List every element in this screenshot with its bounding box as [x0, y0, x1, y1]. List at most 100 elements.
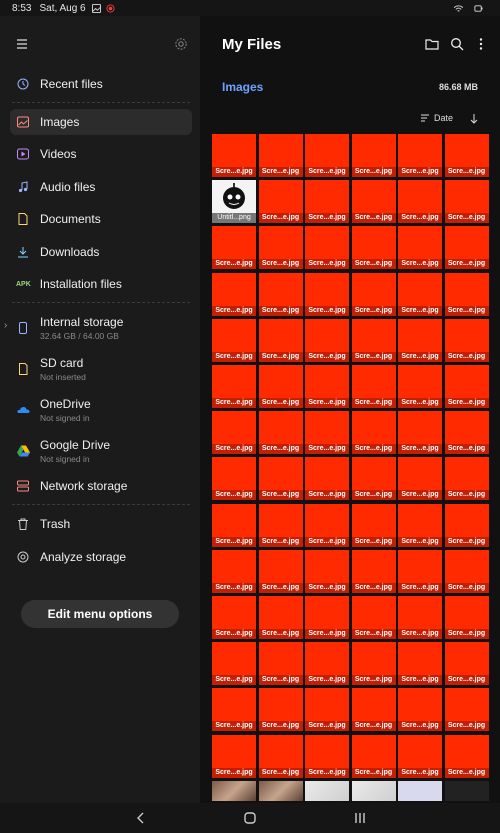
nav-network-storage[interactable]: Network storage [10, 473, 192, 499]
image-thumbnail[interactable] [258, 780, 303, 801]
nav-sd-card[interactable]: SD card Not inserted [10, 352, 192, 386]
image-thumbnail-jpg[interactable]: Scre...e.jpg [398, 365, 442, 408]
image-thumbnail-jpg[interactable]: Scre...e.jpg [444, 180, 489, 224]
nav-installation-files[interactable]: APK Installation files [10, 271, 192, 297]
image-thumbnail-jpg[interactable]: Scre...e.jpg [398, 688, 442, 732]
image-thumbnail-jpg[interactable]: Scre...e.jpg [212, 134, 256, 177]
image-thumbnail-jpg[interactable]: Scre...e.jpg [305, 596, 349, 639]
image-thumbnail-jpg[interactable]: Scre...e.jpg [212, 226, 256, 270]
image-thumbnail-jpg[interactable]: Scre...e.jpg [212, 596, 256, 639]
image-thumbnail-jpg[interactable]: Scre...e.jpg [444, 688, 489, 732]
image-thumbnail-jpg[interactable]: Scre...e.jpg [258, 596, 303, 639]
image-thumbnail-jpg[interactable]: Scre...e.jpg [351, 365, 396, 408]
search-icon[interactable] [450, 37, 464, 51]
image-thumbnail-jpg[interactable]: Scre...e.jpg [444, 503, 489, 547]
folder-icon[interactable] [425, 37, 439, 51]
nav-onedrive[interactable]: OneDrive Not signed in [10, 393, 192, 427]
nav-google-drive[interactable]: Google Drive Not signed in [10, 434, 192, 468]
image-thumbnail-jpg[interactable]: Scre...e.jpg [258, 688, 303, 732]
image-thumbnail-jpg[interactable]: Scre...e.jpg [351, 734, 396, 778]
image-thumbnail-jpg[interactable]: Scre...e.jpg [398, 549, 442, 593]
image-thumbnail-jpg[interactable]: Scre...e.jpg [444, 596, 489, 639]
image-thumbnail-jpg[interactable]: Scre...e.jpg [305, 134, 349, 177]
image-thumbnail-jpg[interactable]: Scre...e.jpg [258, 457, 303, 501]
image-thumbnail-jpg[interactable]: Scre...e.jpg [351, 688, 396, 732]
image-thumbnail-jpg[interactable]: Scre...e.jpg [398, 226, 442, 270]
nav-audio-files[interactable]: Audio files [10, 174, 192, 200]
edit-menu-options-button[interactable]: Edit menu options [21, 600, 179, 628]
image-thumbnail-jpg[interactable]: Scre...e.jpg [258, 734, 303, 778]
image-thumbnail-jpg[interactable]: Scre...e.jpg [444, 365, 489, 408]
nav-analyze-storage[interactable]: Analyze storage [10, 544, 192, 570]
settings-gear-icon[interactable] [174, 37, 188, 51]
home-icon[interactable] [243, 811, 257, 825]
image-thumbnail-jpg[interactable]: Scre...e.jpg [305, 180, 349, 224]
image-thumbnail-jpg[interactable]: Scre...e.jpg [212, 549, 256, 593]
image-thumbnail-jpg[interactable]: Scre...e.jpg [258, 272, 303, 316]
image-thumbnail-jpg[interactable]: Scre...e.jpg [212, 503, 256, 547]
image-thumbnail-jpg[interactable]: Scre...e.jpg [305, 365, 349, 408]
image-thumbnail-jpg[interactable]: Scre...e.jpg [444, 457, 489, 501]
image-thumbnail-jpg[interactable]: Scre...e.jpg [258, 365, 303, 408]
image-thumbnail[interactable] [444, 780, 489, 801]
image-thumbnail-jpg[interactable]: Scre...e.jpg [351, 642, 396, 686]
image-thumbnail-jpg[interactable]: Scre...e.jpg [398, 134, 442, 177]
image-thumbnail-jpg[interactable]: Scre...e.jpg [444, 134, 489, 177]
nav-documents[interactable]: Documents [10, 206, 192, 232]
image-thumbnail-jpg[interactable]: Scre...e.jpg [305, 226, 349, 270]
image-thumbnail-jpg[interactable]: Scre...e.jpg [398, 272, 442, 316]
image-thumbnail-jpg[interactable]: Scre...e.jpg [444, 318, 489, 362]
image-thumbnail-jpg[interactable]: Scre...e.jpg [305, 549, 349, 593]
image-thumbnail-jpg[interactable]: Scre...e.jpg [305, 457, 349, 501]
image-thumbnail-jpg[interactable]: Scre...e.jpg [444, 642, 489, 686]
image-thumbnail-jpg[interactable]: Scre...e.jpg [398, 734, 442, 778]
nav-videos[interactable]: Videos [10, 141, 192, 167]
image-thumbnail-jpg[interactable]: Scre...e.jpg [398, 457, 442, 501]
image-thumbnail-jpg[interactable]: Scre...e.jpg [212, 411, 256, 455]
image-thumbnail-jpg[interactable]: Scre...e.jpg [398, 180, 442, 224]
image-thumbnail-jpg[interactable]: Scre...e.jpg [398, 318, 442, 362]
image-thumbnail-jpg[interactable]: Scre...e.jpg [351, 134, 396, 177]
image-thumbnail-jpg[interactable]: Scre...e.jpg [212, 318, 256, 362]
image-thumbnail-jpg[interactable]: Scre...e.jpg [351, 318, 396, 362]
image-thumbnail-jpg[interactable]: Scre...e.jpg [258, 318, 303, 362]
image-thumbnail-jpg[interactable]: Scre...e.jpg [351, 272, 396, 316]
image-thumbnail-jpg[interactable]: Scre...e.jpg [398, 411, 442, 455]
image-thumbnail-jpg[interactable]: Scre...e.jpg [305, 688, 349, 732]
image-thumbnail-jpg[interactable]: Scre...e.jpg [212, 365, 256, 408]
image-thumbnail-jpg[interactable]: Scre...e.jpg [444, 226, 489, 270]
image-thumbnail-jpg[interactable]: Scre...e.jpg [444, 734, 489, 778]
image-thumbnail-jpg[interactable]: Scre...e.jpg [351, 226, 396, 270]
image-thumbnail-jpg[interactable]: Scre...e.jpg [444, 411, 489, 455]
image-thumbnail-jpg[interactable]: Scre...e.jpg [351, 549, 396, 593]
image-thumbnail-jpg[interactable]: Scre...e.jpg [351, 411, 396, 455]
image-thumbnail-jpg[interactable]: Scre...e.jpg [305, 272, 349, 316]
image-thumbnail-jpg[interactable]: Scre...e.jpg [212, 688, 256, 732]
image-thumbnail-jpg[interactable]: Scre...e.jpg [212, 734, 256, 778]
image-thumbnail-jpg[interactable]: Scre...e.jpg [258, 226, 303, 270]
image-thumbnail-jpg[interactable]: Scre...e.jpg [305, 318, 349, 362]
image-thumbnail-jpg[interactable]: Scre...e.jpg [305, 411, 349, 455]
image-thumbnail-jpg[interactable]: Scre...e.jpg [258, 503, 303, 547]
image-thumbnail-jpg[interactable]: Scre...e.jpg [351, 596, 396, 639]
nav-trash[interactable]: Trash [10, 511, 192, 537]
image-thumbnail[interactable] [398, 780, 442, 801]
image-thumbnail-jpg[interactable]: Scre...e.jpg [398, 642, 442, 686]
nav-recent-files[interactable]: Recent files [10, 71, 192, 97]
recents-icon[interactable] [353, 811, 367, 825]
breadcrumb[interactable]: Images [222, 80, 263, 94]
image-thumbnail-jpg[interactable]: Scre...e.jpg [258, 411, 303, 455]
image-thumbnail-jpg[interactable]: Scre...e.jpg [351, 503, 396, 547]
image-thumbnail-jpg[interactable]: Scre...e.jpg [305, 734, 349, 778]
image-thumbnail-png[interactable]: Untitl...png [212, 180, 256, 224]
image-thumbnail-jpg[interactable]: Scre...e.jpg [398, 503, 442, 547]
image-thumbnail-jpg[interactable]: Scre...e.jpg [212, 642, 256, 686]
nav-internal-storage[interactable]: Internal storage 32.64 GB / 64.00 GB [10, 311, 192, 345]
image-thumbnail-jpg[interactable]: Scre...e.jpg [258, 134, 303, 177]
image-thumbnail-jpg[interactable]: Scre...e.jpg [212, 272, 256, 316]
image-thumbnail-jpg[interactable]: Scre...e.jpg [444, 272, 489, 316]
image-thumbnail[interactable] [351, 780, 396, 801]
sort-direction-arrow-icon[interactable] [468, 113, 480, 125]
back-icon[interactable] [134, 811, 148, 825]
expand-chevron-icon[interactable]: › [4, 320, 7, 331]
